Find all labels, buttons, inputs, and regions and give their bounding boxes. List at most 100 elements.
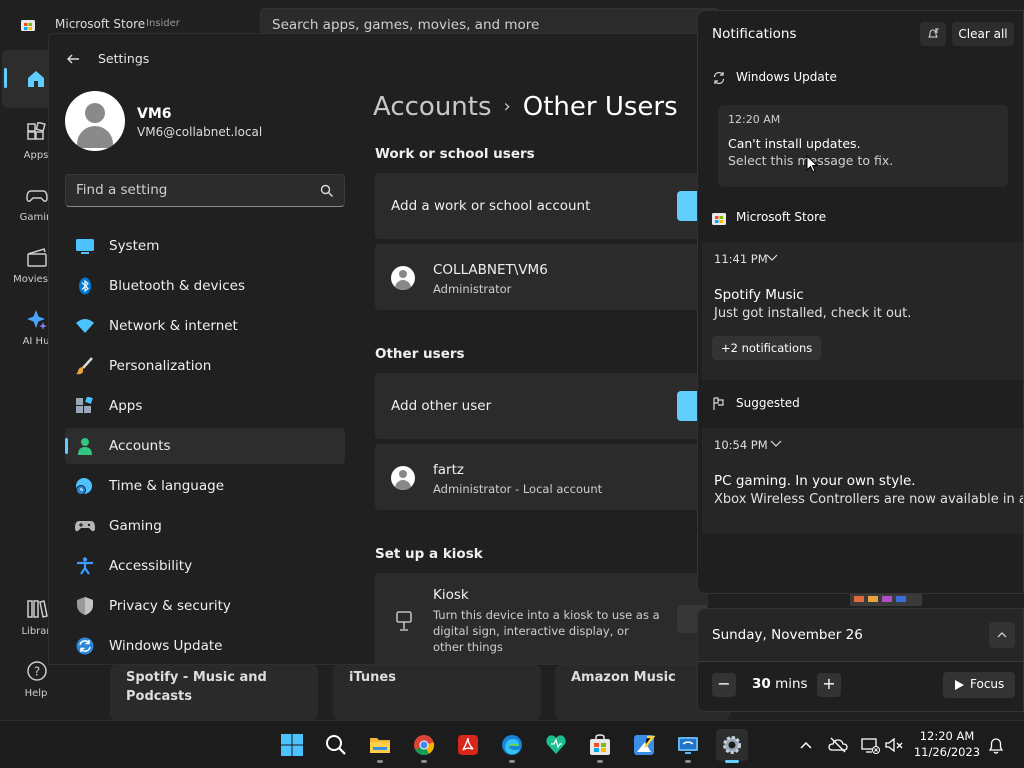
other-user-name: fartz — [433, 462, 464, 478]
network-disconnected-icon[interactable] — [860, 735, 880, 755]
chevron-up-icon[interactable] — [796, 735, 816, 755]
suggested-notification[interactable]: 10:54 PM PC gaming. In your own style. X… — [702, 428, 1024, 534]
update-notification[interactable]: 12:20 AM Can't install updates. Select t… — [718, 105, 1008, 187]
work-user-name: COLLABNET\VM6 — [433, 262, 548, 278]
store-search-placeholder: Search apps, games, movies, and more — [272, 17, 540, 33]
ai-hub-icon — [27, 310, 47, 330]
store-app-cards: Spotify - Music and Podcasts iTunes Amaz… — [110, 665, 730, 720]
taskbar-chrome[interactable] — [408, 729, 440, 763]
clock-time: 12:20 AM — [919, 729, 975, 743]
help-icon: ? — [27, 661, 47, 681]
chevron-up-icon — [997, 632, 1007, 638]
chevron-down-icon[interactable] — [770, 440, 782, 448]
taskbar-remote-desktop[interactable] — [672, 729, 704, 763]
taskbar-clock[interactable]: 12:20 AM 11/26/2023 — [910, 728, 984, 760]
settings-icon — [723, 736, 741, 754]
chevron-down-icon[interactable] — [766, 254, 778, 262]
increase-focus-button[interactable]: + — [817, 673, 841, 697]
store-card-title: Spotify - Music and Podcasts — [126, 670, 267, 704]
notification-body: Xbox Wireless Controllers are now availa… — [714, 492, 1024, 507]
sidebar-item-label: Privacy & security — [109, 598, 231, 614]
store-card-itunes[interactable]: iTunes — [333, 665, 541, 720]
search-icon — [326, 735, 346, 755]
bluetooth-icon — [79, 277, 91, 295]
store-card-title: Amazon Music — [571, 670, 676, 685]
store-title: Microsoft Store — [55, 17, 146, 31]
sidebar-item-label: Time & language — [109, 478, 225, 494]
calendar-date: Sunday, November 26 — [712, 627, 863, 643]
taskbar-edge[interactable] — [496, 729, 528, 763]
kiosk-icon — [396, 611, 412, 631]
onedrive-offline-icon[interactable] — [828, 735, 848, 755]
taskbar-file-explorer[interactable] — [364, 729, 396, 763]
system-icon — [76, 239, 94, 254]
acrobat-icon — [458, 735, 478, 755]
clear-all-button[interactable]: Clear all — [952, 22, 1014, 46]
taskbar-acrobat[interactable] — [452, 729, 484, 761]
sidebar-item-system[interactable]: System — [65, 228, 345, 264]
start-icon — [281, 734, 303, 756]
find-setting-input[interactable] — [76, 182, 306, 198]
sidebar-item-privacy-security[interactable]: Privacy & security — [65, 588, 345, 624]
group-label: Windows Update — [736, 70, 837, 84]
sidebar-item-personalization[interactable]: Personalization — [65, 348, 345, 384]
apps-icon — [76, 397, 93, 413]
svg-text:?: ? — [34, 665, 40, 679]
store-thumbnail-strip — [850, 594, 922, 606]
sidebar-item-label: Accessibility — [109, 558, 193, 574]
add-other-user-row[interactable]: Add other user — [375, 373, 707, 439]
calendar-collapse-button[interactable] — [989, 622, 1015, 648]
other-user-row[interactable]: fartz Administrator - Local account — [375, 444, 707, 510]
sidebar-item-gaming[interactable]: Gaming — [65, 508, 345, 544]
sidebar-item-network[interactable]: Network & internet — [65, 308, 345, 344]
taskbar-settings[interactable] — [716, 729, 748, 763]
network-icon — [76, 319, 94, 333]
search-icon[interactable] — [320, 184, 334, 198]
user-avatar — [391, 466, 415, 490]
decrease-focus-button[interactable]: − — [712, 673, 736, 697]
sidebar-item-bluetooth[interactable]: Bluetooth & devices — [65, 268, 345, 304]
more-notifications-button[interactable]: +2 notifications — [712, 336, 822, 360]
taskbar-app[interactable] — [540, 729, 572, 761]
app-icon — [546, 735, 566, 754]
file-explorer-icon — [370, 738, 390, 753]
taskbar-start[interactable] — [276, 729, 308, 761]
focus-button[interactable]: Focus — [943, 672, 1015, 698]
sidebar-item-accessibility[interactable]: Accessibility — [65, 548, 345, 584]
taskbar-paint[interactable] — [628, 729, 660, 761]
volume-muted-icon[interactable] — [884, 735, 904, 755]
breadcrumb-accounts[interactable]: Accounts — [373, 92, 492, 122]
user-avatar — [391, 266, 415, 290]
sidebar-item-label: Gaming — [109, 518, 162, 534]
notification-time: 12:20 AM — [728, 113, 781, 126]
sidebar-item-windows-update[interactable]: Windows Update — [65, 628, 345, 664]
sidebar-item-time-language[interactable]: Time & language — [65, 468, 345, 504]
kiosk-description: Turn this device into a kiosk to use as … — [433, 608, 660, 654]
taskbar-search[interactable] — [320, 729, 352, 761]
accessibility-icon — [77, 557, 93, 575]
remote-desktop-icon — [678, 737, 698, 754]
user-avatar[interactable] — [65, 91, 125, 151]
taskbar-store[interactable] — [584, 729, 616, 763]
kiosk-row[interactable]: Kiosk Turn this device into a kiosk to u… — [375, 573, 707, 664]
sidebar-item-apps[interactable]: Apps — [65, 388, 345, 424]
work-user-role: Administrator — [433, 282, 512, 296]
kiosk-title: Kiosk — [433, 587, 469, 603]
find-setting-field[interactable] — [65, 174, 345, 207]
work-user-row[interactable]: COLLABNET\VM6 Administrator — [375, 244, 707, 310]
store-card-spotify[interactable]: Spotify - Music and Podcasts — [110, 665, 318, 720]
store-nav-label: Help — [24, 688, 48, 699]
sidebar-item-label: Apps — [109, 398, 143, 414]
back-arrow-icon[interactable] — [65, 51, 81, 67]
notification-center: Notifications Clear all Windows Update 1… — [697, 10, 1024, 594]
store-notification[interactable]: 11:41 PM Spotify Music Just got installe… — [702, 242, 1023, 380]
edge-icon — [502, 735, 522, 755]
do-not-disturb-button[interactable] — [920, 22, 946, 46]
focus-duration: 30 mins — [752, 676, 808, 692]
sidebar-item-label: Bluetooth & devices — [109, 278, 246, 294]
notification-bell-icon[interactable] — [986, 735, 1006, 755]
breadcrumb-separator: › — [503, 96, 511, 117]
paint-icon — [634, 735, 655, 755]
add-work-account-row[interactable]: Add a work or school account — [375, 173, 707, 239]
sidebar-item-accounts[interactable]: Accounts — [65, 428, 345, 464]
